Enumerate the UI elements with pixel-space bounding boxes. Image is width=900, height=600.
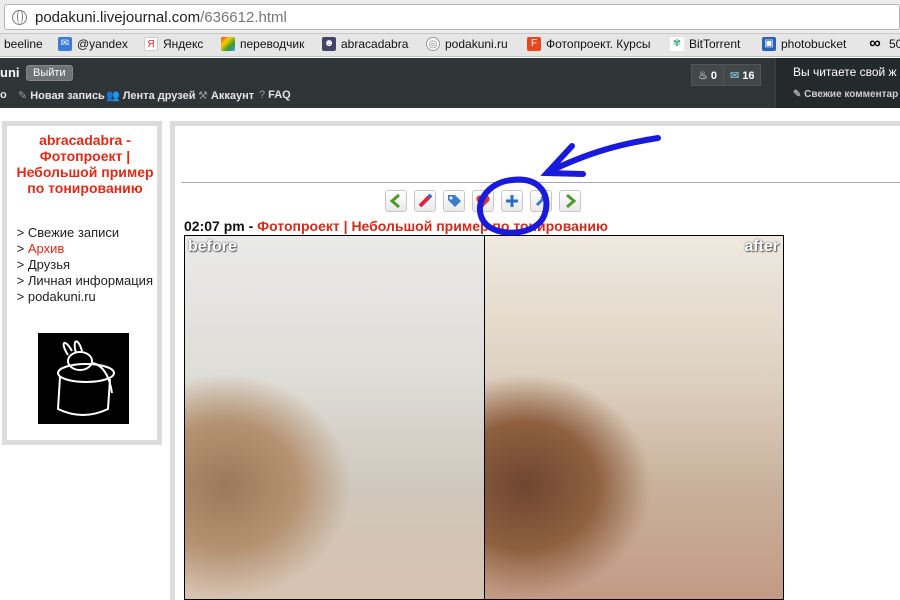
- annotation-circle: [476, 176, 550, 236]
- annotation-overlay: [476, 135, 661, 236]
